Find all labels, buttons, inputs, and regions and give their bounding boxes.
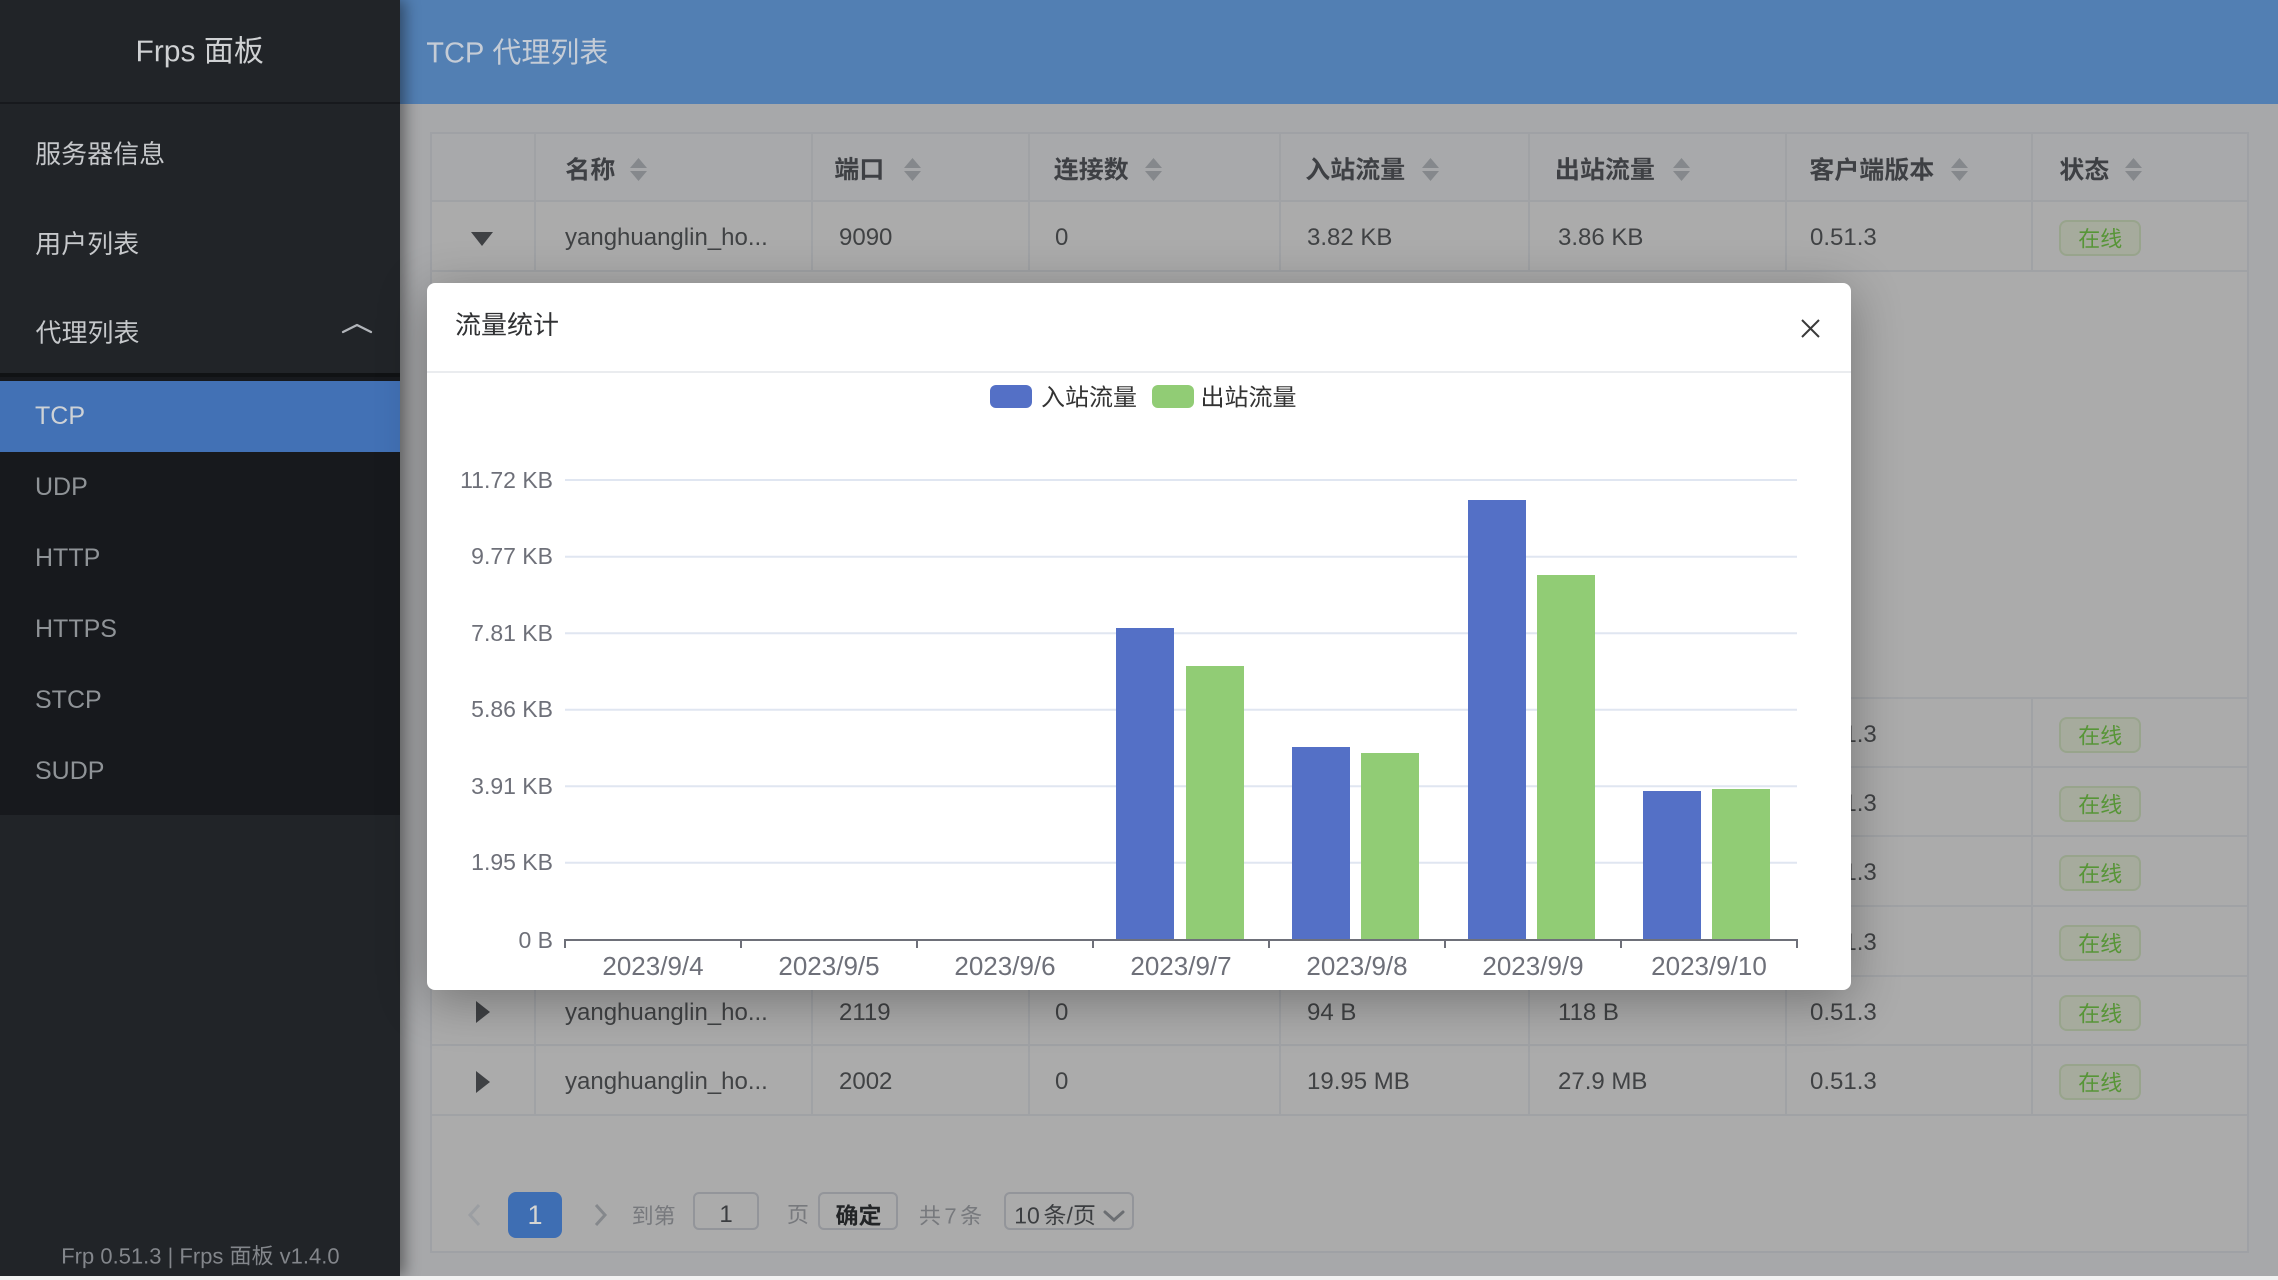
svg-text:11.72 KB: 11.72 KB: [460, 467, 553, 493]
svg-text:2023/9/9: 2023/9/9: [1482, 951, 1583, 981]
svg-text:2023/9/6: 2023/9/6: [954, 951, 1055, 981]
svg-text:0 B: 0 B: [518, 927, 553, 953]
svg-text:2023/9/7: 2023/9/7: [1130, 951, 1231, 981]
svg-text:9.77 KB: 9.77 KB: [471, 543, 553, 569]
svg-text:2023/9/4: 2023/9/4: [602, 951, 703, 981]
svg-text:7.81 KB: 7.81 KB: [471, 620, 553, 646]
svg-text:2023/9/8: 2023/9/8: [1306, 951, 1407, 981]
svg-text:2023/9/10: 2023/9/10: [1651, 951, 1767, 981]
svg-text:1.95 KB: 1.95 KB: [471, 849, 553, 875]
svg-text:2023/9/5: 2023/9/5: [778, 951, 879, 981]
svg-text:5.86 KB: 5.86 KB: [471, 696, 553, 722]
svg-text:3.91 KB: 3.91 KB: [471, 773, 553, 799]
